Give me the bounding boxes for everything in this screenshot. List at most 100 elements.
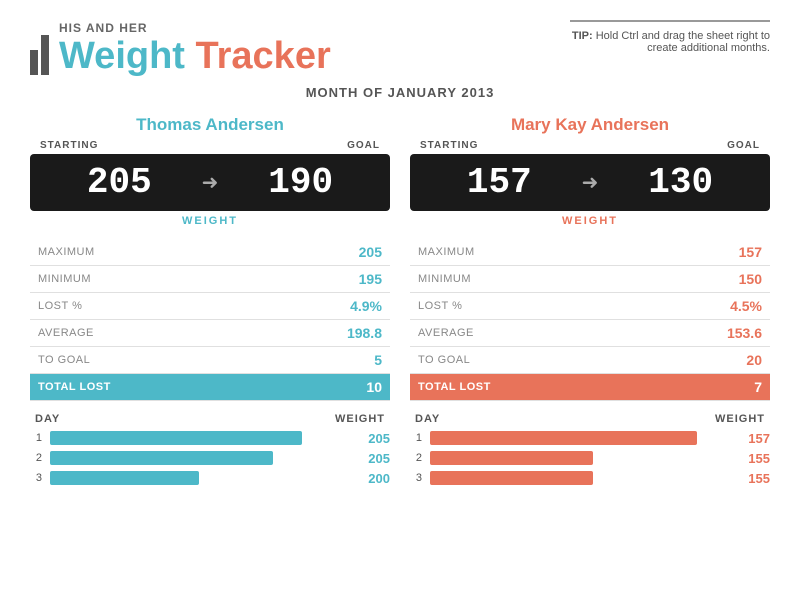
- stat-label: MAXIMUM: [30, 239, 259, 266]
- bar-container: [430, 450, 727, 466]
- mary-stat-row: MAXIMUM157: [410, 239, 770, 266]
- thomas-goal-label: GOAL: [347, 140, 380, 151]
- logo-area: HIS AND HER Weight Tracker: [30, 20, 331, 75]
- mary-stat-row: LOST %4.5%: [410, 293, 770, 320]
- day-number: 2: [30, 452, 42, 464]
- thomas-days: 1 205 2 205 3 200: [30, 430, 390, 486]
- mary-stat-row: MINIMUM150: [410, 266, 770, 293]
- thomas-goal-value: 190: [226, 162, 375, 203]
- day-weight-value: 157: [735, 431, 770, 446]
- bar-container: [50, 470, 347, 486]
- mary-goal-label: GOAL: [727, 140, 760, 151]
- thomas-day-row: 3 200: [30, 470, 390, 486]
- day-weight-value: 205: [355, 431, 390, 446]
- thomas-arrow-icon: ➜: [202, 170, 219, 195]
- thomas-total-label: TOTAL LOST: [30, 374, 259, 401]
- tip-text: Hold Ctrl and drag the sheet right to cr…: [596, 30, 770, 54]
- mary-stat-row: TO GOAL20: [410, 347, 770, 374]
- day-weight-value: 155: [735, 471, 770, 486]
- stat-value: 157: [639, 239, 770, 266]
- mary-total-row: TOTAL LOST 7: [410, 374, 770, 401]
- mary-weight-col-label: WEIGHT: [715, 413, 765, 425]
- mary-day-header: DAY WEIGHT: [410, 413, 770, 425]
- weight-bar: [430, 451, 593, 465]
- thomas-labels: STARTING GOAL: [30, 140, 390, 151]
- mary-name: Mary Kay Andersen: [410, 115, 770, 135]
- thomas-weight-label: WEIGHT: [30, 215, 390, 227]
- stat-value: 150: [639, 266, 770, 293]
- mary-stats-table: MAXIMUM157MINIMUM150LOST %4.5%AVERAGE153…: [410, 239, 770, 401]
- mary-days: 1 157 2 155 3 155: [410, 430, 770, 486]
- stat-value: 4.5%: [639, 293, 770, 320]
- mary-starting-label: STARTING: [420, 140, 478, 151]
- day-number: 3: [410, 472, 422, 484]
- bar-chart-icon: [30, 20, 49, 75]
- stat-value: 195: [259, 266, 390, 293]
- stat-value: 20: [639, 347, 770, 374]
- day-number: 2: [410, 452, 422, 464]
- tip-box: TIP: Hold Ctrl and drag the sheet right …: [570, 20, 770, 54]
- mary-total-value: 7: [639, 374, 770, 401]
- thomas-stat-row: MINIMUM195: [30, 266, 390, 293]
- tip-label: TIP:: [572, 30, 593, 42]
- stat-label: TO GOAL: [410, 347, 639, 374]
- stat-label: AVERAGE: [410, 320, 639, 347]
- thomas-day-row: 2 205: [30, 450, 390, 466]
- columns: Thomas Andersen STARTING GOAL 205 ➜ 190 …: [30, 115, 770, 490]
- thomas-weight-display: 205 ➜ 190: [30, 154, 390, 211]
- mary-total-label: TOTAL LOST: [410, 374, 639, 401]
- day-weight-value: 155: [735, 451, 770, 466]
- bar-container: [50, 430, 347, 446]
- thomas-stat-row: AVERAGE198.8: [30, 320, 390, 347]
- mary-day-row: 1 157: [410, 430, 770, 446]
- day-weight-value: 205: [355, 451, 390, 466]
- stat-label: MINIMUM: [30, 266, 259, 293]
- thomas-total-row: TOTAL LOST 10: [30, 374, 390, 401]
- header: HIS AND HER Weight Tracker TIP: Hold Ctr…: [30, 20, 770, 75]
- thomas-starting-value: 205: [45, 162, 194, 203]
- stat-label: MAXIMUM: [410, 239, 639, 266]
- title-orange: Tracker: [196, 35, 331, 77]
- mary-starting-value: 157: [425, 162, 574, 203]
- weight-bar: [430, 431, 697, 445]
- mary-stat-row: AVERAGE153.6: [410, 320, 770, 347]
- thomas-stat-row: LOST %4.9%: [30, 293, 390, 320]
- weight-bar: [430, 471, 593, 485]
- day-number: 3: [30, 472, 42, 484]
- mary-labels: STARTING GOAL: [410, 140, 770, 151]
- main-title: Weight Tracker: [59, 37, 331, 75]
- mary-day-row: 3 155: [410, 470, 770, 486]
- mary-day-row: 2 155: [410, 450, 770, 466]
- stat-label: LOST %: [30, 293, 259, 320]
- weight-bar: [50, 451, 273, 465]
- day-number: 1: [410, 432, 422, 444]
- thomas-day-col-label: DAY: [35, 413, 60, 425]
- mary-column: Mary Kay Andersen STARTING GOAL 157 ➜ 13…: [410, 115, 770, 490]
- title-blue: Weight: [59, 35, 185, 77]
- mary-day-col-label: DAY: [415, 413, 440, 425]
- thomas-starting-label: STARTING: [40, 140, 98, 151]
- stat-value: 5: [259, 347, 390, 374]
- weight-bar: [50, 471, 199, 485]
- thomas-stat-row: MAXIMUM205: [30, 239, 390, 266]
- stat-value: 153.6: [639, 320, 770, 347]
- thomas-total-value: 10: [259, 374, 390, 401]
- mary-arrow-icon: ➜: [582, 170, 599, 195]
- stat-value: 205: [259, 239, 390, 266]
- subtitle: HIS AND HER: [59, 21, 331, 35]
- thomas-column: Thomas Andersen STARTING GOAL 205 ➜ 190 …: [30, 115, 390, 490]
- thomas-stat-row: TO GOAL5: [30, 347, 390, 374]
- stat-label: TO GOAL: [30, 347, 259, 374]
- title-area: HIS AND HER Weight Tracker: [59, 21, 331, 75]
- thomas-weight-col-label: WEIGHT: [335, 413, 385, 425]
- day-number: 1: [30, 432, 42, 444]
- thomas-name: Thomas Andersen: [30, 115, 390, 135]
- mary-weight-label: WEIGHT: [410, 215, 770, 227]
- stat-label: AVERAGE: [30, 320, 259, 347]
- thomas-day-row: 1 205: [30, 430, 390, 446]
- bar-container: [430, 430, 727, 446]
- mary-goal-value: 130: [606, 162, 755, 203]
- stat-label: LOST %: [410, 293, 639, 320]
- bar-container: [50, 450, 347, 466]
- weight-bar: [50, 431, 302, 445]
